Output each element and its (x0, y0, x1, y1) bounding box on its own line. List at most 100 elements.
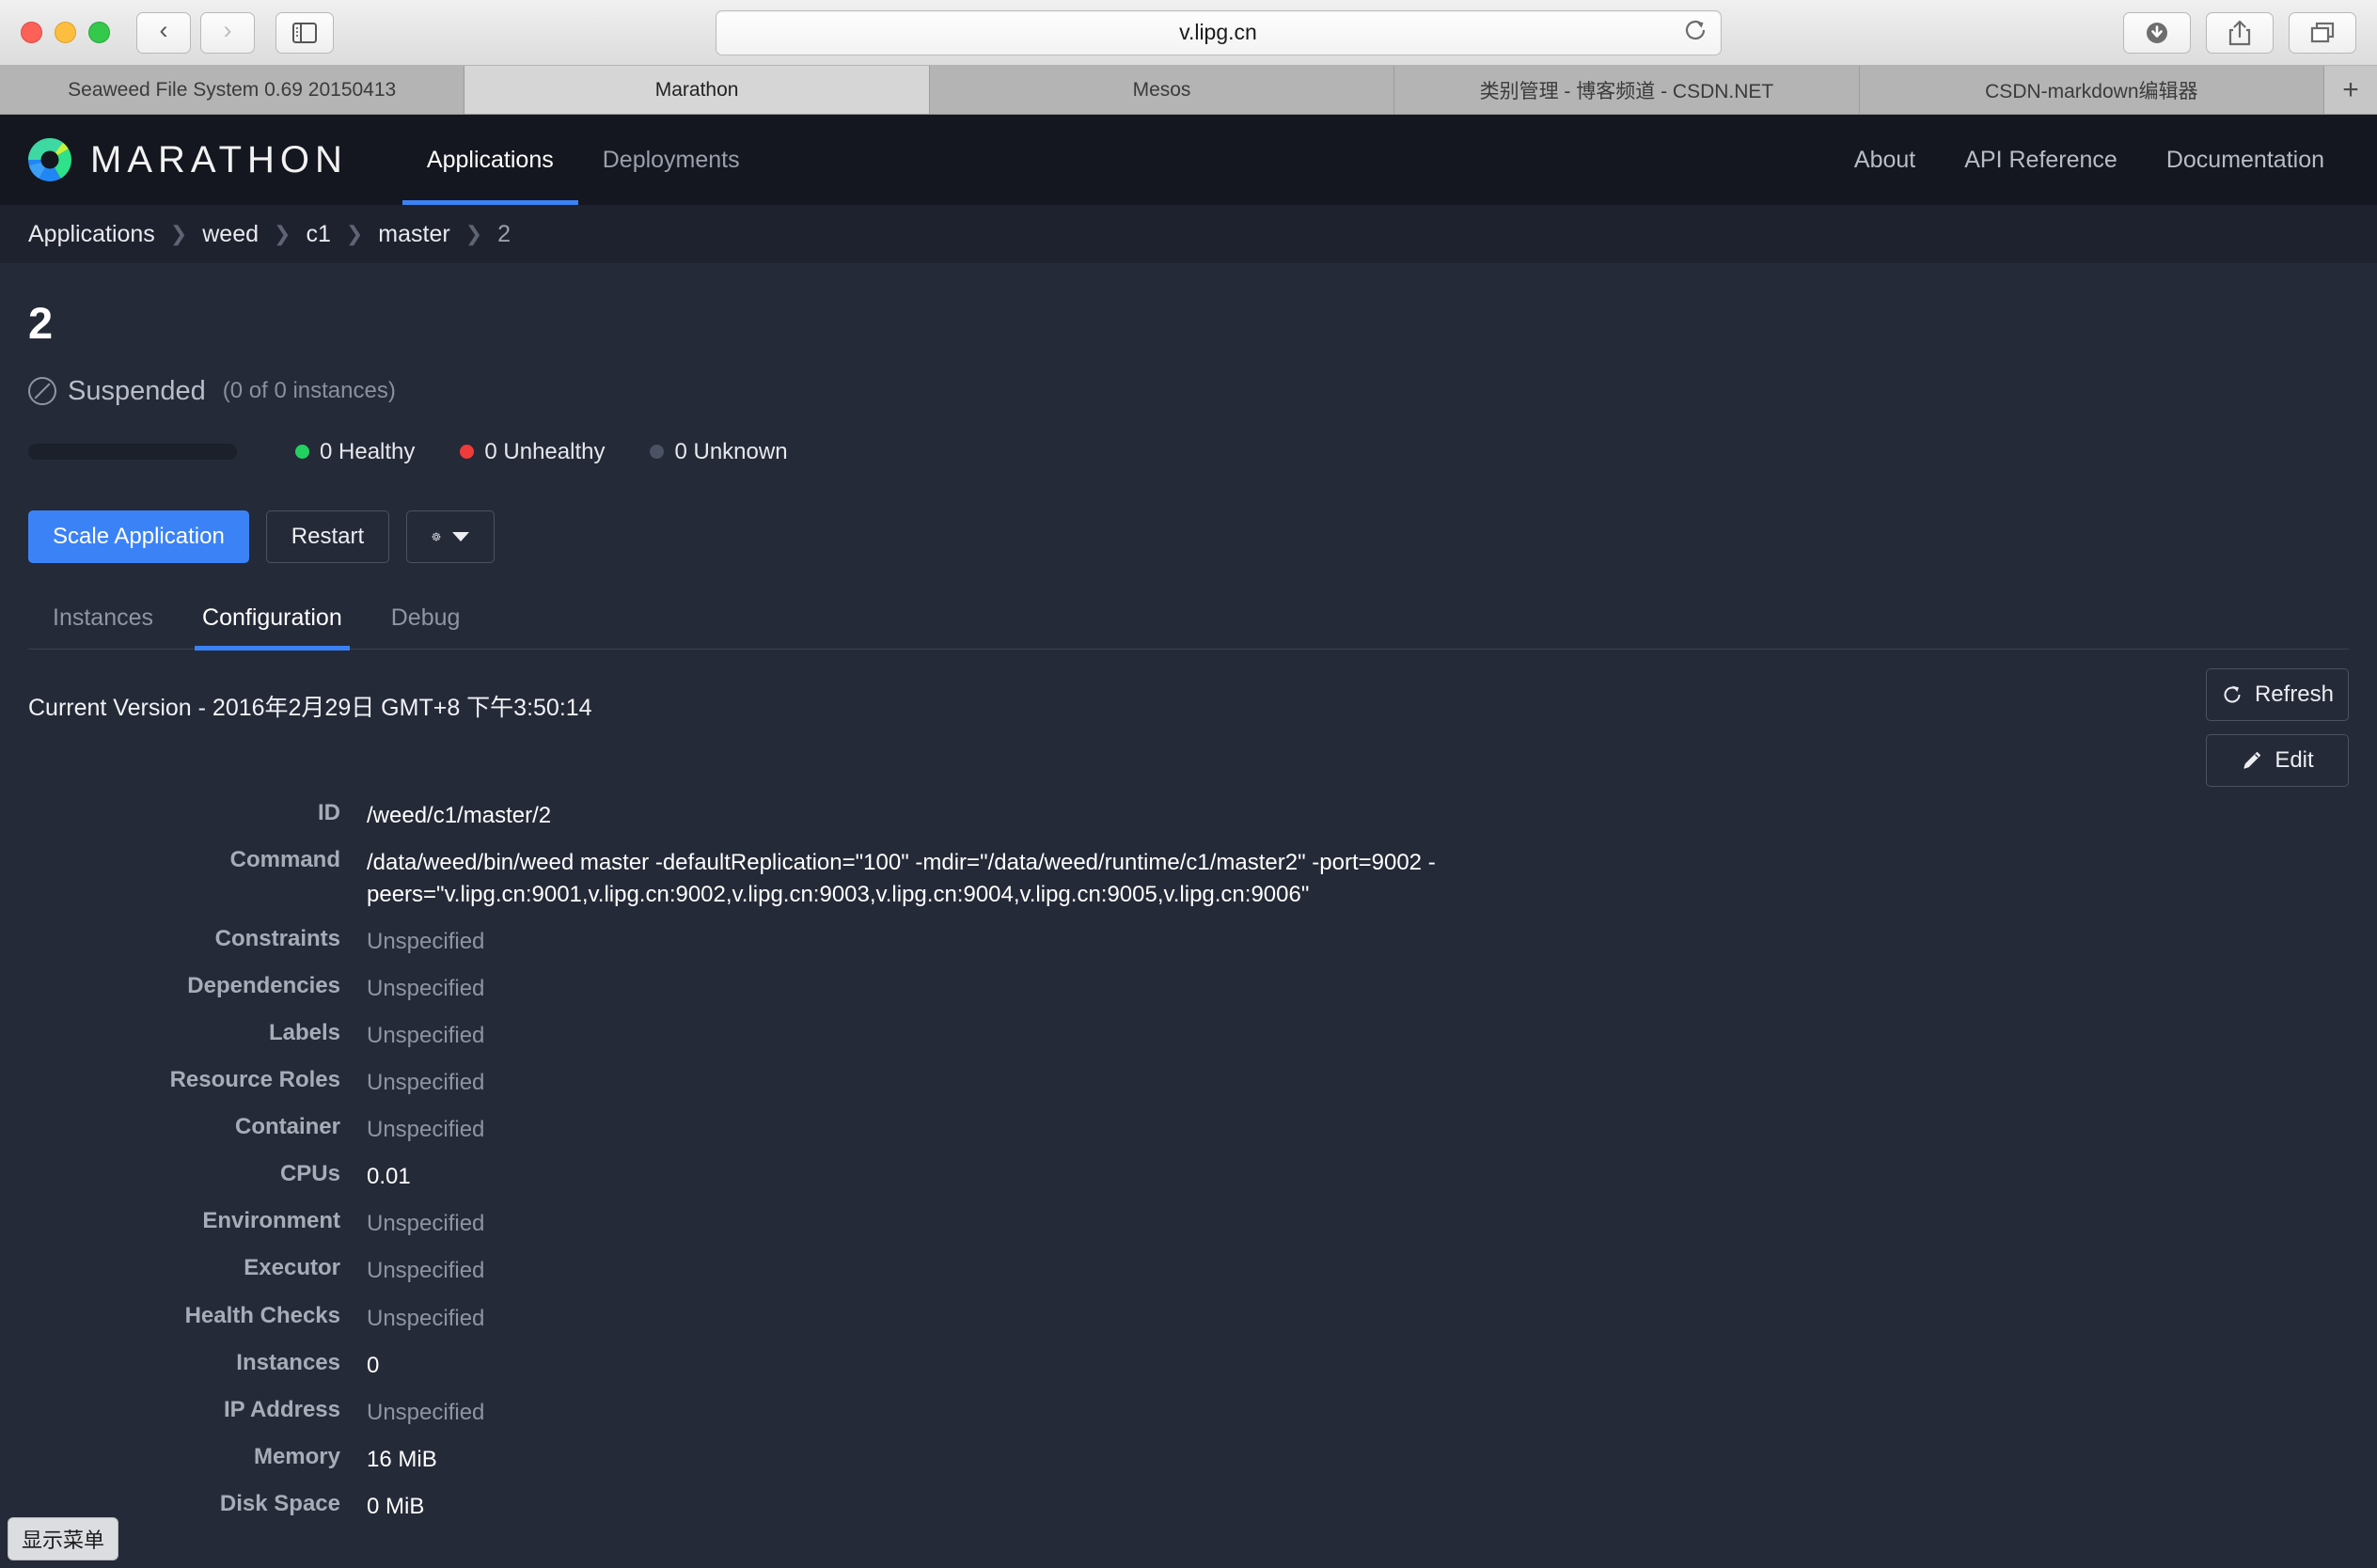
toolbar-right-buttons (2123, 11, 2356, 54)
reload-button[interactable] (1683, 18, 1708, 48)
restart-button[interactable]: Restart (265, 510, 390, 563)
health-label: 0 Unhealthy (484, 438, 606, 464)
plus-icon: + (2342, 73, 2359, 105)
table-row: Dependencies Unspecified (28, 965, 2349, 1012)
chevron-right-icon: › (223, 16, 232, 44)
breadcrumb: Applications ❯ weed ❯ c1 ❯ master ❯ 2 (0, 205, 2377, 263)
address-bar-region: v.lipg.cn (334, 9, 2102, 55)
table-row: IP Address Unspecified (28, 1389, 2349, 1436)
window-traffic-lights (21, 22, 110, 43)
maximize-window-button[interactable] (88, 22, 110, 43)
nav-about[interactable]: About (1830, 115, 1940, 205)
share-button[interactable] (2206, 11, 2274, 54)
chevron-right-icon: ❯ (274, 222, 291, 245)
health-unhealthy: 0 Unhealthy (460, 439, 605, 465)
row-key: Command (229, 846, 340, 872)
table-row: Command/data/weed/bin/weed master -defau… (28, 839, 2349, 918)
tab-debug[interactable]: Debug (367, 604, 485, 649)
sidebar-toggle-icon (292, 22, 317, 43)
unknown-dot-icon (650, 445, 665, 460)
url-text: v.lipg.cn (1179, 20, 1257, 44)
close-window-button[interactable] (21, 22, 42, 43)
row-key: IP Address (223, 1396, 340, 1422)
row-key: ID (318, 799, 340, 825)
forward-button[interactable]: › (200, 11, 255, 54)
reload-icon (1685, 20, 1705, 39)
row-key: Executor (244, 1255, 340, 1281)
tab-label: 类别管理 - 博客频道 - CSDN.NET (1479, 80, 1774, 102)
tab-label: CSDN-markdown编辑器 (1985, 80, 2198, 102)
row-key: Instances (236, 1349, 340, 1375)
new-tab-button[interactable]: + (2324, 66, 2377, 114)
back-button[interactable]: ‹ (136, 11, 191, 54)
breadcrumb-item-weed[interactable]: weed (202, 221, 259, 248)
chevron-right-icon: ❯ (464, 222, 483, 245)
tab-label: Marathon (654, 78, 739, 101)
more-actions-button[interactable] (406, 510, 496, 563)
address-bar[interactable]: v.lipg.cn (715, 9, 1722, 55)
health-label: 0 Healthy (320, 438, 416, 464)
table-row: CPUs 0.01 (28, 1153, 2349, 1200)
tab-label: Seaweed File System 0.69 20150413 (68, 78, 397, 101)
version-row: Current Version - 2016年2月29日 GMT+8 下午3:5… (28, 667, 2349, 787)
breadcrumb-item-applications[interactable]: Applications (28, 221, 155, 248)
show-all-tabs-icon (2310, 22, 2335, 42)
browser-tab-3[interactable]: 类别管理 - 博客频道 - CSDN.NET (1394, 66, 1860, 114)
detail-tabs: Instances Configuration Debug (28, 604, 2349, 651)
refresh-button[interactable]: Refresh (2206, 667, 2349, 721)
nav-label: About (1853, 146, 1916, 173)
chevron-left-icon: ‹ (159, 16, 168, 44)
table-row: Health Checks Unspecified (28, 1295, 2349, 1342)
button-label: Edit (2275, 746, 2314, 773)
nav-deployments[interactable]: Deployments (578, 115, 764, 205)
row-key: Labels (268, 1020, 340, 1046)
share-icon (2228, 20, 2251, 45)
breadcrumb-item-master[interactable]: master (378, 221, 449, 248)
row-value: Unspecified (367, 1258, 485, 1284)
browser-tab-1[interactable]: Marathon (464, 66, 930, 114)
status-instances-detail: (0 of 0 instances) (222, 378, 396, 404)
table-row: Constraints Unspecified (28, 918, 2349, 965)
download-icon (2147, 22, 2167, 43)
tab-configuration[interactable]: Configuration (178, 604, 367, 651)
nav-label: Documentation (2165, 146, 2324, 173)
browser-tab-2[interactable]: Mesos (929, 66, 1395, 114)
page-title: 2 (28, 298, 54, 348)
scale-application-button[interactable]: Scale Application (28, 510, 249, 563)
primary-nav: Applications Deployments (401, 115, 764, 205)
minimize-window-button[interactable] (55, 22, 76, 43)
row-value: /data/weed/bin/weed master -defaultRepli… (367, 849, 1436, 907)
status-tooltip: 显示菜单 (8, 1517, 119, 1560)
unhealthy-dot-icon (460, 445, 475, 460)
browser-tab-0[interactable]: Seaweed File System 0.69 20150413 (0, 66, 465, 114)
row-value: 0 (367, 1352, 380, 1378)
table-row: Instances 0 (28, 1342, 2349, 1389)
tab-instances[interactable]: Instances (28, 604, 178, 649)
row-value: Unspecified (367, 1211, 485, 1237)
table-row: ID/weed/c1/master/2 (28, 792, 2349, 839)
row-value: 0 MiB (367, 1493, 425, 1519)
row-key: Container (234, 1114, 340, 1140)
row-value: Unspecified (367, 976, 485, 1001)
nav-api-reference[interactable]: API Reference (1940, 115, 2142, 205)
secondary-nav: About API Reference Documentation (1830, 115, 2349, 205)
show-tabs-button[interactable] (2289, 11, 2356, 54)
pencil-icon (2243, 751, 2261, 769)
row-key: Constraints (214, 925, 340, 951)
health-healthy: 0 Healthy (295, 439, 415, 465)
row-value: Unspecified (367, 1117, 485, 1143)
edit-button[interactable]: Edit (2206, 733, 2349, 787)
row-value: Unspecified (367, 928, 485, 954)
nav-documentation[interactable]: Documentation (2142, 115, 2349, 205)
button-label: Scale Application (53, 523, 225, 549)
downloads-button[interactable] (2123, 11, 2191, 54)
breadcrumb-item-c1[interactable]: c1 (306, 221, 330, 248)
healthy-dot-icon (295, 445, 309, 460)
nav-applications[interactable]: Applications (401, 115, 578, 205)
browser-tab-4[interactable]: CSDN-markdown编辑器 (1859, 66, 2325, 114)
sidebar-toggle-button[interactable] (275, 11, 334, 54)
gear-icon (432, 532, 441, 541)
brand[interactable]: MARATHON (26, 115, 348, 205)
marathon-navbar: MARATHON Applications Deployments About … (0, 115, 2377, 205)
